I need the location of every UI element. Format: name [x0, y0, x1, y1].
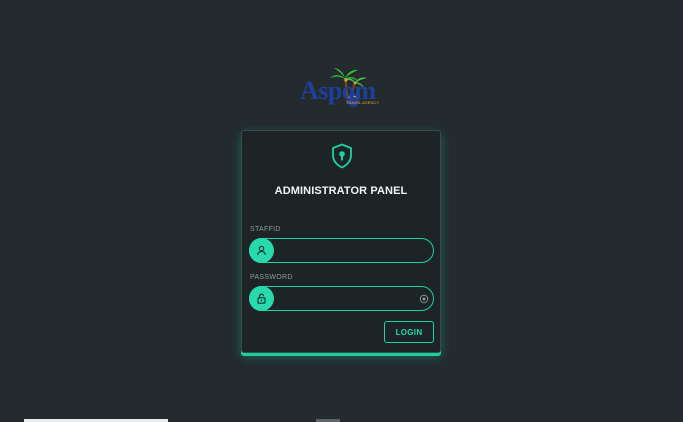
lock-icon	[249, 286, 274, 311]
brand-logo: Aspom TRAVEL AGENCY	[298, 66, 384, 112]
login-card: ADMINISTRATOR PANEL STAFFID PASSWORD LOG…	[241, 130, 441, 353]
staffid-field[interactable]	[249, 238, 434, 263]
staffid-input[interactable]	[278, 242, 422, 261]
eye-icon[interactable]	[419, 294, 429, 304]
login-button[interactable]: LOGIN	[384, 321, 434, 343]
staffid-label: STAFFID	[250, 226, 281, 233]
shield-lock-icon	[332, 143, 352, 169]
password-input[interactable]	[278, 290, 412, 309]
logo-tagline: TRAVEL AGENCY	[346, 100, 379, 105]
panel-title: ADMINISTRATOR PANEL	[274, 185, 408, 197]
password-field[interactable]	[249, 286, 434, 311]
user-icon	[249, 238, 274, 263]
login-page: Aspom TRAVEL AGENCY ADMINISTRATOR PANEL …	[0, 0, 683, 422]
password-label: PASSWORD	[250, 274, 293, 281]
